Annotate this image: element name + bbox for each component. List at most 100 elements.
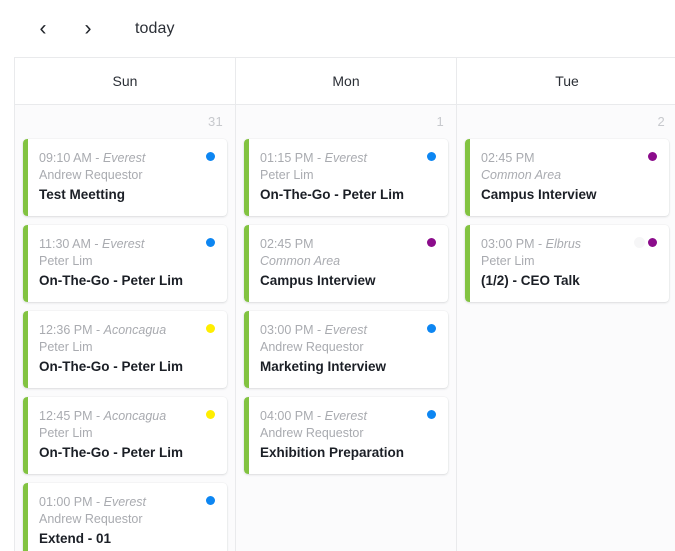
event-person: Peter Lim [260,168,314,182]
event-title: Campus Interview [481,187,597,202]
day-number[interactable]: 1 [236,105,456,139]
event-accent-bar [244,311,249,388]
event-time: 09:10 AM [39,151,92,165]
event-title: On-The-Go - Peter Lim [39,359,184,374]
event-time: 04:00 PM [260,409,314,423]
event-accent-bar [465,225,470,302]
event-separator: - [92,323,104,337]
event-separator: - [92,495,104,509]
event-room: Common Area [481,168,562,182]
event-card[interactable]: 03:00 PM - Everest Andrew Requestor Market… [244,311,448,388]
event-time-line: 12:45 PM - Aconcagua [39,408,215,425]
event-accent-bar [23,139,28,216]
next-period-button[interactable]: › [71,12,105,46]
event-time-line: 01:15 PM - Everest [260,150,436,167]
event-time: 01:00 PM [39,495,93,509]
event-card[interactable]: 12:45 PM - Aconcagua Peter Lim On-The-Go -… [23,397,227,474]
event-person: Andrew Requestor [39,168,143,182]
status-dot-purple [648,152,657,161]
event-time: 01:15 PM [260,151,314,165]
today-label[interactable]: today [135,20,175,38]
event-title: (1/2) - CEO Talk [481,273,580,288]
event-person: Peter Lim [481,254,535,268]
event-time-line: 11:30 AM - Everest [39,236,215,253]
prev-period-button[interactable]: ‹ [26,12,60,46]
status-dot-yellow [206,410,215,419]
day-header-tue: Tue [457,58,675,105]
day-number[interactable]: 31 [15,105,235,139]
event-title: Test Meetting [39,187,126,202]
status-dot-blue [206,496,215,505]
event-person: Andrew Requestor [260,340,364,354]
status-dot-purple [427,238,436,247]
secondary-status-dot [634,237,645,248]
event-card[interactable]: 09:10 AM - Everest Andrew Requestor Test M… [23,139,227,216]
day-cell-tue[interactable]: 2 02:45 PM Common Area Campus Interview 03:0… [457,105,675,551]
event-person: Andrew Requestor [260,426,364,440]
event-time: 12:36 PM [39,323,93,337]
calendar-header-row: Sun Mon Tue [15,58,675,105]
event-separator: - [90,237,102,251]
status-dot-blue [427,324,436,333]
day-number[interactable]: 2 [457,105,675,139]
event-card[interactable]: 02:45 PM Common Area Campus Interview [244,225,448,302]
event-time: 02:45 PM [481,151,535,165]
event-title: Extend - 01 [39,531,112,546]
event-person: Peter Lim [39,254,93,268]
calendar-grid: Sun Mon Tue 31 09:10 AM - Everest Andrew Req… [14,57,675,551]
event-separator: - [91,151,103,165]
event-accent-bar [23,397,28,474]
event-location: Elbrus [545,237,582,251]
event-card[interactable]: 04:00 PM - Everest Andrew Requestor Exhibi… [244,397,448,474]
event-time: 12:45 PM [39,409,93,423]
event-card[interactable]: 12:36 PM - Aconcagua Peter Lim On-The-Go -… [23,311,227,388]
event-card[interactable]: 01:15 PM - Everest Peter Lim On-The-Go - P… [244,139,448,216]
event-time-line: 12:36 PM - Aconcagua [39,322,215,339]
event-card[interactable]: 02:45 PM Common Area Campus Interview [465,139,669,216]
status-dot-blue [206,152,215,161]
event-title: On-The-Go - Peter Lim [39,445,184,460]
event-time: 03:00 PM [481,237,535,251]
event-accent-bar [244,139,249,216]
event-accent-bar [244,397,249,474]
event-time-line: 02:45 PM [481,150,657,167]
event-time: 11:30 AM [39,237,91,251]
status-dot-blue [427,152,436,161]
event-person: Peter Lim [39,426,93,440]
event-time-line: 09:10 AM - Everest [39,150,215,167]
status-dot-purple [648,238,657,247]
event-card[interactable]: 11:30 AM - Everest Peter Lim On-The-Go - P… [23,225,227,302]
event-location: Everest [102,237,145,251]
event-person: Peter Lim [39,340,93,354]
event-accent-bar [23,225,28,302]
event-accent-bar [23,311,28,388]
event-location: Everest [102,151,146,165]
status-dot-blue [427,410,436,419]
event-time-line: 02:45 PM [260,236,436,253]
day-cell-sun[interactable]: 31 09:10 AM - Everest Andrew Requestor Test… [15,105,236,551]
status-dot-blue [206,238,215,247]
calendar-body-row: 31 09:10 AM - Everest Andrew Requestor Test… [15,105,675,551]
event-separator: - [313,151,325,165]
event-accent-bar [465,139,470,216]
event-card[interactable]: 01:00 PM - Everest Andrew Requestor Extend… [23,483,227,551]
day-cell-mon[interactable]: 1 01:15 PM - Everest Peter Lim On-The-Go - … [236,105,457,551]
event-location: Aconcagua [103,409,167,423]
event-title: On-The-Go - Peter Lim [260,187,405,202]
event-location: Everest [324,323,368,337]
event-time-line: 01:00 PM - Everest [39,494,215,511]
event-time: 03:00 PM [260,323,314,337]
event-time-line: 03:00 PM - Elbrus [481,236,657,253]
event-card[interactable]: 03:00 PM - Elbrus Peter Lim (1/2) - CEO Ta… [465,225,669,302]
event-time-line: 03:00 PM - Everest [260,322,436,339]
event-separator: - [534,237,546,251]
day-header-sun: Sun [15,58,236,105]
event-location: Everest [103,495,147,509]
event-title: Campus Interview [260,273,376,288]
event-time-line: 04:00 PM - Everest [260,408,436,425]
event-location: Everest [324,151,368,165]
event-location: Everest [324,409,368,423]
calendar-toolbar: ‹ › today [0,0,675,57]
day-header-mon: Mon [236,58,457,105]
calendar-app: ‹ › today Sun Mon Tue 31 09:10 AM - Everest… [0,0,675,551]
